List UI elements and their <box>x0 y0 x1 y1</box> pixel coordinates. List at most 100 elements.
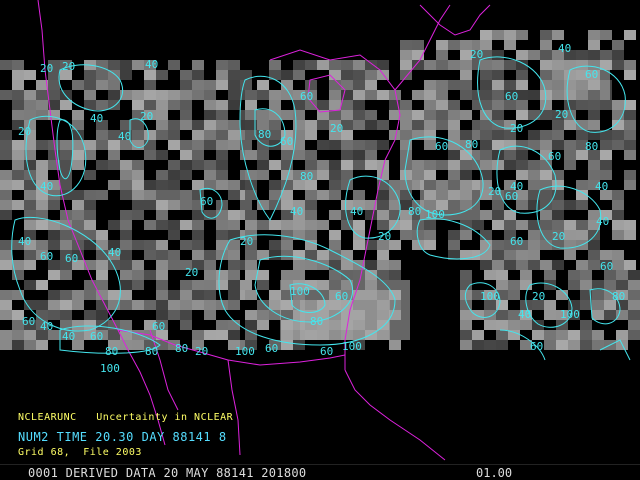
grid-cell <box>544 270 556 280</box>
grid-cell <box>168 190 180 200</box>
contour-value-label: 80 <box>310 315 323 328</box>
grid-cell <box>192 280 204 290</box>
grid-cell <box>544 330 556 340</box>
grid-cell <box>424 90 436 100</box>
grid-cell <box>424 80 436 90</box>
grid-cell <box>412 170 424 180</box>
grid-cell <box>540 260 552 270</box>
grid-cell <box>377 140 389 150</box>
grid-cell <box>156 310 168 320</box>
grid-cell <box>269 240 281 250</box>
contour-value-label: 100 <box>480 290 500 303</box>
grid-cell <box>329 180 341 190</box>
grid-cell <box>168 260 180 270</box>
contour-value-label: 100 <box>342 340 362 353</box>
grid-cell <box>216 280 228 290</box>
grid-cell <box>180 220 192 230</box>
grid-cell <box>389 260 401 270</box>
grid-cell <box>192 80 204 90</box>
grid-cell <box>317 160 329 170</box>
grid-cell <box>480 120 492 130</box>
grid-cell <box>96 160 108 170</box>
grid-cell <box>365 260 377 270</box>
contour-value-label: 20 <box>552 230 565 243</box>
grid-cell <box>84 170 96 180</box>
grid-cell <box>36 340 48 350</box>
grid-cell <box>588 260 600 270</box>
grid-cell <box>624 30 636 40</box>
grid-cell <box>0 180 12 190</box>
grid-cell <box>156 250 168 260</box>
grid-cell <box>120 90 132 100</box>
grid-cell <box>204 310 216 320</box>
grid-cell <box>317 190 329 200</box>
grid-cell <box>180 240 192 250</box>
contour-value-label: 60 <box>530 340 543 353</box>
grid-cell <box>281 220 293 230</box>
grid-cell <box>628 290 640 300</box>
grid-cell <box>245 190 257 200</box>
grid-cell <box>12 140 24 150</box>
grid-cell <box>528 160 540 170</box>
grid-cell <box>12 100 24 110</box>
grid-cell <box>540 230 552 240</box>
grid-cell <box>588 50 600 60</box>
contour-value-label: 60 <box>585 68 598 81</box>
grid-cell <box>72 160 84 170</box>
grid-cell <box>329 170 341 180</box>
grid-cell <box>120 180 132 190</box>
grid-cell <box>377 220 389 230</box>
grid-cell <box>168 200 180 210</box>
grid-cell <box>156 130 168 140</box>
grid-cell <box>580 270 592 280</box>
grid-cell <box>600 150 612 160</box>
grid-cell <box>281 180 293 190</box>
grid-cell <box>612 60 624 70</box>
grid-cell <box>480 260 492 270</box>
grid-cell <box>257 280 269 290</box>
grid-cell <box>156 280 168 290</box>
grid-cell <box>0 90 12 100</box>
grid-cell <box>353 160 365 170</box>
grid-cell <box>365 120 377 130</box>
grid-cell <box>484 320 496 330</box>
grid-cell <box>600 30 612 40</box>
grid-cell <box>96 300 108 310</box>
grid-cell <box>36 310 48 320</box>
grid-cell <box>504 160 516 170</box>
grid-cell <box>132 340 144 350</box>
grid-cell <box>84 310 96 320</box>
contour-value-label: 40 <box>595 180 608 193</box>
contour-value-label: 40 <box>596 215 609 228</box>
grid-cell <box>377 260 389 270</box>
grid-cell <box>424 240 436 250</box>
grid-cell <box>492 260 504 270</box>
grid-cell <box>480 150 492 160</box>
grid-cell <box>532 330 544 340</box>
grid-cell <box>508 280 520 290</box>
contour-value-label: 60 <box>435 140 448 153</box>
grid-cell <box>480 160 492 170</box>
grid-cell <box>96 270 108 280</box>
grid-cell <box>329 140 341 150</box>
grid-cell <box>12 180 24 190</box>
grid-cell <box>24 250 36 260</box>
grid-cell <box>460 340 472 350</box>
grid-cell <box>540 210 552 220</box>
grid-cell <box>168 250 180 260</box>
product-name: NCLEARUNC <box>18 412 77 423</box>
grid-cell <box>604 310 616 320</box>
grid-cell <box>564 200 576 210</box>
grid-cell <box>588 240 600 250</box>
grid-cell <box>228 90 240 100</box>
grid-cell <box>204 300 216 310</box>
grid-cell <box>281 240 293 250</box>
grid-cell <box>180 310 192 320</box>
grid-cell <box>353 100 365 110</box>
grid-cell <box>564 250 576 260</box>
grid-cell <box>168 140 180 150</box>
grid-cell <box>612 260 624 270</box>
grid-cell <box>204 330 216 340</box>
grid-cell <box>204 280 216 290</box>
grid-cell <box>269 190 281 200</box>
